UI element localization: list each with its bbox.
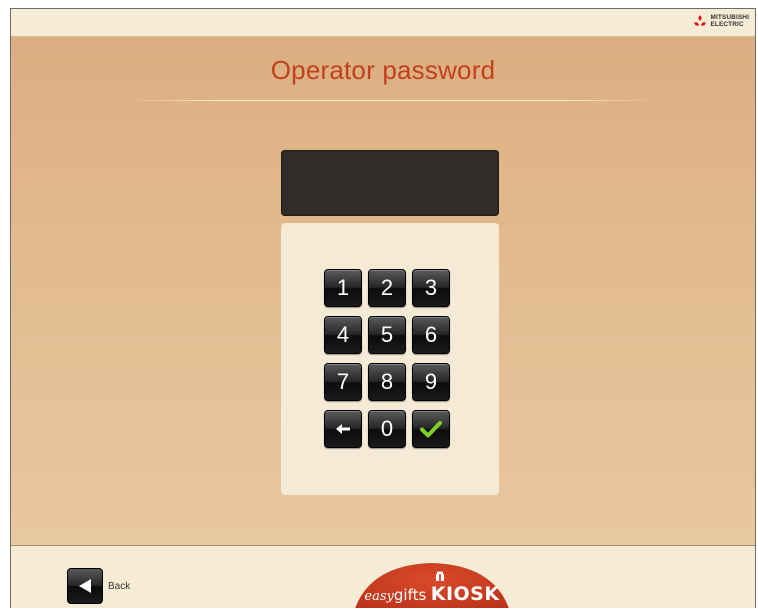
title-divider: [119, 100, 661, 101]
back-button[interactable]: Back: [67, 568, 130, 604]
check-icon: [420, 421, 442, 438]
key-0[interactable]: 0: [368, 410, 406, 448]
keypad-panel: 1 2 3 4 5 6 7 8 9 0: [281, 223, 499, 495]
footer: Back easygifts KIOSK: [11, 546, 755, 608]
top-bar: MITSUBISHI ELECTRIC: [11, 9, 755, 37]
backspace-button[interactable]: [324, 410, 362, 448]
key-5[interactable]: 5: [368, 316, 406, 354]
mitsubishi-diamonds-icon: [694, 15, 707, 26]
arrow-left-icon: [336, 424, 350, 434]
keypad: 1 2 3 4 5 6 7 8 9 0: [324, 269, 450, 448]
triangle-left-icon: [79, 579, 91, 593]
page-title: Operator password: [270, 55, 496, 85]
logo-kiosk: KIOSK: [430, 583, 500, 605]
key-2[interactable]: 2: [368, 269, 406, 307]
key-3[interactable]: 3: [412, 269, 450, 307]
gift-icon: [436, 571, 444, 581]
brand-text: MITSUBISHI ELECTRIC: [710, 14, 749, 28]
logo-easy: easy: [364, 589, 394, 604]
main-area: Operator password 1 2 3 4 5 6 7 8 9 0: [11, 37, 755, 546]
key-4[interactable]: 4: [324, 316, 362, 354]
key-6[interactable]: 6: [412, 316, 450, 354]
brand-logo: MITSUBISHI ELECTRIC: [693, 14, 749, 28]
key-1[interactable]: 1: [324, 269, 362, 307]
logo-gifts: gifts: [393, 586, 427, 604]
back-label: Back: [108, 580, 131, 592]
kiosk-logo-text: easygifts KIOSK: [344, 583, 520, 605]
back-button-icon-wrap[interactable]: [67, 568, 103, 604]
confirm-button[interactable]: [412, 410, 450, 448]
key-8[interactable]: 8: [368, 363, 406, 401]
password-display: [281, 150, 499, 216]
easygifts-kiosk-logo: easygifts KIOSK: [344, 559, 520, 608]
key-9[interactable]: 9: [412, 363, 450, 401]
key-7[interactable]: 7: [324, 363, 362, 401]
app-window: MITSUBISHI ELECTRIC Operator password 1 …: [10, 8, 756, 608]
